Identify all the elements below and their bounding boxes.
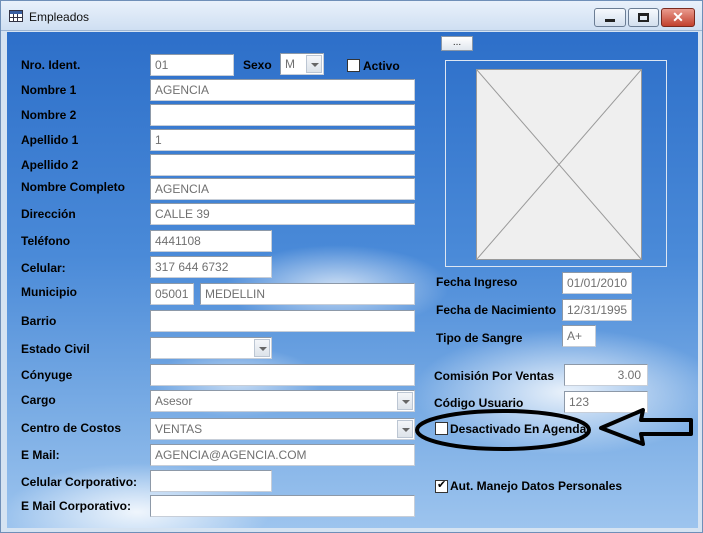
label-apellido2: Apellido 2 — [21, 158, 79, 172]
label-sexo: Sexo — [243, 58, 272, 72]
label-telefono: Teléfono — [21, 234, 71, 248]
title-bar[interactable]: Empleados ✕ — [1, 1, 702, 31]
image-placeholder-icon — [476, 69, 642, 260]
label-codigo-usuario: Código Usuario — [434, 396, 524, 410]
chevron-down-icon[interactable] — [397, 392, 413, 410]
label-barrio: Barrio — [21, 314, 57, 328]
direccion-field[interactable]: CALLE 39 — [150, 203, 415, 225]
label-nombre-completo: Nombre Completo — [21, 180, 126, 194]
municipio-code-field[interactable]: 05001 — [150, 283, 194, 305]
centro-costos-value: VENTAS — [155, 422, 203, 436]
comision-field[interactable]: 3.00 — [564, 364, 648, 386]
form-area: Nro. Ident. Nombre 1 Nombre 2 Apellido 1… — [7, 32, 698, 528]
employees-window: Empleados ✕ Nro. Ident. Nombre 1 Nombre … — [0, 0, 703, 533]
maximize-icon — [638, 13, 649, 22]
maximize-button[interactable] — [628, 8, 659, 27]
nombre-completo-field[interactable]: AGENCIA — [150, 178, 415, 200]
estado-civil-select[interactable] — [150, 337, 272, 359]
label-tipo-sangre: Tipo de Sangre — [436, 331, 523, 345]
label-nro-ident: Nro. Ident. — [21, 58, 81, 72]
label-estado-civil: Estado Civil — [21, 342, 90, 356]
apellido1-field[interactable]: 1 — [150, 129, 415, 151]
label-email-corp: E Mail Corporativo: — [21, 499, 132, 513]
celular-field[interactable]: 317 644 6732 — [150, 256, 272, 278]
label-celular: Celular: — [21, 261, 66, 275]
conyuge-field[interactable] — [150, 364, 415, 386]
nombre2-field[interactable] — [150, 104, 415, 126]
photo-frame — [445, 60, 667, 267]
desactivado-agenda-checkbox[interactable] — [435, 422, 448, 435]
barrio-field[interactable] — [150, 310, 415, 332]
aut-datos-checkbox[interactable] — [435, 478, 448, 493]
email-corp-field[interactable] — [150, 495, 415, 517]
label-apellido1: Apellido 1 — [21, 133, 79, 147]
minimize-button[interactable] — [594, 8, 626, 27]
label-activo: Activo — [363, 59, 400, 73]
sexo-select[interactable]: M — [280, 53, 324, 75]
minimize-icon — [605, 19, 615, 22]
label-desactivado-agenda: Desactivado En Agenda — [450, 422, 587, 436]
sexo-value: M — [285, 57, 295, 71]
label-aut-datos: Aut. Manejo Datos Personales — [450, 479, 623, 493]
apellido2-field[interactable] — [150, 154, 415, 176]
label-conyuge: Cónyuge — [21, 368, 73, 382]
tipo-sangre-field[interactable]: A+ — [562, 325, 596, 347]
centro-costos-select[interactable]: VENTAS — [150, 418, 415, 440]
fecha-nacimiento-field[interactable]: 12/31/1995 — [562, 299, 632, 321]
table-icon — [9, 10, 23, 22]
celular-corp-field[interactable] — [150, 470, 272, 492]
photo-browse-button[interactable]: ... — [441, 36, 473, 51]
photo-placeholder[interactable] — [476, 69, 642, 260]
label-celular-corp: Celular Corporativo: — [21, 475, 138, 489]
label-comision: Comisión Por Ventas — [434, 369, 555, 383]
label-municipio: Municipio — [21, 285, 77, 299]
label-fecha-ingreso: Fecha Ingreso — [436, 275, 518, 289]
label-nombre1: Nombre 1 — [21, 83, 77, 97]
arrow-left-icon — [599, 408, 693, 446]
close-icon: ✕ — [672, 9, 684, 25]
close-button[interactable]: ✕ — [661, 8, 695, 27]
chevron-down-icon[interactable] — [306, 55, 322, 73]
label-cargo: Cargo — [21, 393, 56, 407]
email-field[interactable]: AGENCIA@AGENCIA.COM — [150, 444, 415, 466]
cargo-select[interactable]: Asesor — [150, 390, 415, 412]
codigo-usuario-field[interactable]: 123 — [564, 391, 648, 413]
label-centro-costos: Centro de Costos — [21, 421, 122, 435]
telefono-field[interactable]: 4441108 — [150, 230, 272, 252]
municipio-name-field[interactable]: MEDELLIN — [200, 283, 415, 305]
nombre1-field[interactable]: AGENCIA — [150, 79, 415, 101]
nro-ident-field[interactable]: 01 — [150, 54, 234, 76]
chevron-down-icon[interactable] — [254, 339, 270, 357]
activo-checkbox[interactable] — [347, 59, 360, 72]
chevron-down-icon[interactable] — [397, 420, 413, 438]
cargo-value: Asesor — [155, 394, 193, 408]
label-fecha-nacimiento: Fecha de Nacimiento — [436, 303, 557, 317]
fecha-ingreso-field[interactable]: 01/01/2010 — [562, 272, 632, 294]
label-email: E Mail: — [21, 448, 60, 462]
label-nombre2: Nombre 2 — [21, 108, 77, 122]
label-direccion: Dirección — [21, 207, 76, 221]
window-title: Empleados — [29, 10, 90, 24]
